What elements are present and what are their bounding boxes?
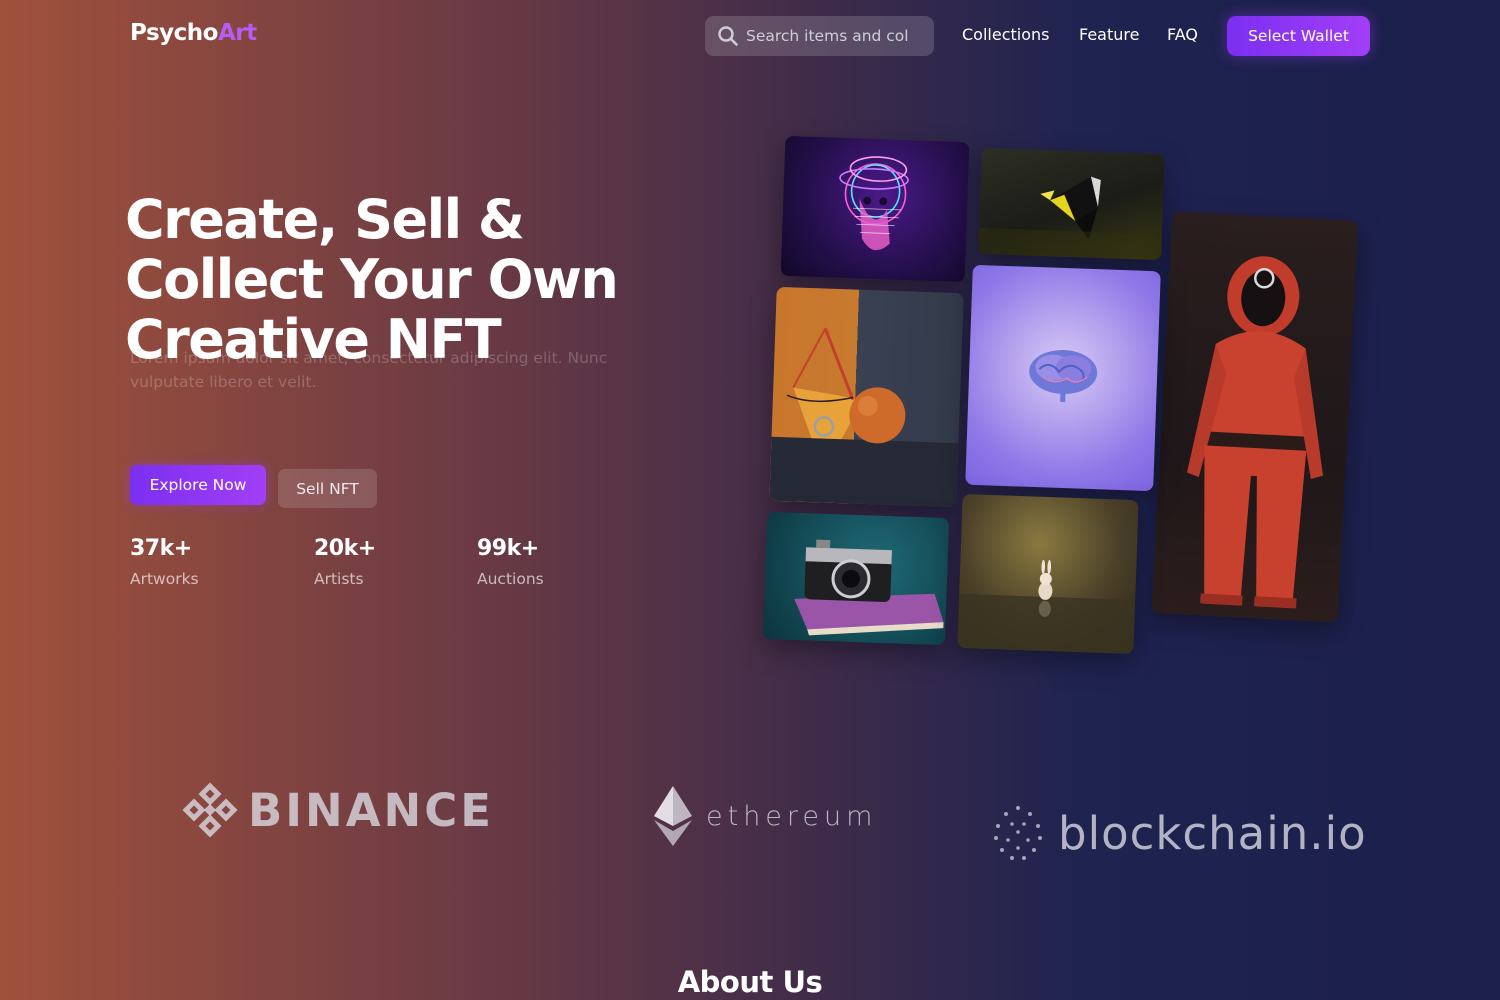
brain-art (1029, 349, 1098, 403)
nft-card-red-figure[interactable] (1151, 211, 1359, 623)
hero-title: Create, Sell & Collect Your Own Creative… (125, 190, 725, 370)
camera-on-book-art (794, 539, 944, 636)
explore-now-button[interactable]: Explore Now (130, 465, 266, 505)
partner-binance-text: BINANCE (248, 783, 494, 837)
astronaut-figure-art (1187, 256, 1324, 609)
hero-title-line-2: Collect Your Own (125, 248, 619, 311)
nft-card-bunny[interactable] (957, 493, 1139, 655)
nft-card-shapes[interactable] (769, 286, 964, 508)
hero-description-line-2: vulputate libero et velit. (130, 373, 317, 391)
search-bar[interactable] (705, 16, 934, 56)
stat-artworks: 37k+ Artworks (130, 536, 199, 588)
nft-card-abstract-geometry[interactable] (978, 147, 1165, 261)
stat-label: Auctions (477, 570, 544, 588)
partner-blockchain: blockchain.io (992, 804, 1367, 862)
nft-card-glitch-head[interactable] (780, 135, 970, 283)
logo[interactable]: PsychoArt (130, 20, 257, 46)
search-input[interactable] (746, 27, 926, 45)
partner-binance: BINANCE (180, 780, 494, 840)
hero-title-line-1: Create, Sell & (125, 188, 525, 251)
about-us-heading: About Us (677, 965, 823, 999)
select-wallet-button[interactable]: Select Wallet (1227, 16, 1370, 56)
nav-faq[interactable]: FAQ (1167, 25, 1198, 44)
stat-auctions: 99k+ Auctions (477, 536, 544, 588)
logo-text: Psycho (130, 20, 218, 46)
binance-logo-icon (182, 782, 238, 838)
blockchain-logo-icon (994, 806, 1042, 860)
glitch-head-art (839, 156, 909, 251)
logo-accent-text: Art (217, 20, 257, 46)
stat-value: 20k+ (314, 536, 376, 561)
sell-nft-button[interactable]: Sell NFT (278, 469, 377, 508)
stat-label: Artworks (130, 570, 199, 588)
partner-blockchain-text: blockchain.io (1058, 806, 1367, 860)
abstract-geometry-art (978, 176, 1163, 261)
nft-card-brain[interactable] (965, 264, 1161, 492)
stat-value: 37k+ (130, 536, 192, 561)
stat-artists: 20k+ Artists (314, 536, 376, 588)
stat-value: 99k+ (477, 536, 539, 561)
partner-ethereum: ethereum (654, 786, 877, 846)
nav-collections[interactable]: Collections (962, 25, 1049, 44)
nft-card-camera[interactable] (762, 511, 950, 646)
bunny-figure-art (957, 559, 1136, 655)
partner-ethereum-text: ethereum (706, 800, 878, 832)
stat-label: Artists (314, 570, 364, 588)
search-icon (718, 26, 738, 46)
nav-feature[interactable]: Feature (1079, 25, 1139, 44)
hero-title-line-3: Creative NFT (125, 308, 502, 371)
shapes-still-life-art (769, 327, 959, 508)
ethereum-logo-icon (654, 786, 692, 846)
top-nav: PsychoArt Collections Feature FAQ Select… (0, 0, 1500, 72)
